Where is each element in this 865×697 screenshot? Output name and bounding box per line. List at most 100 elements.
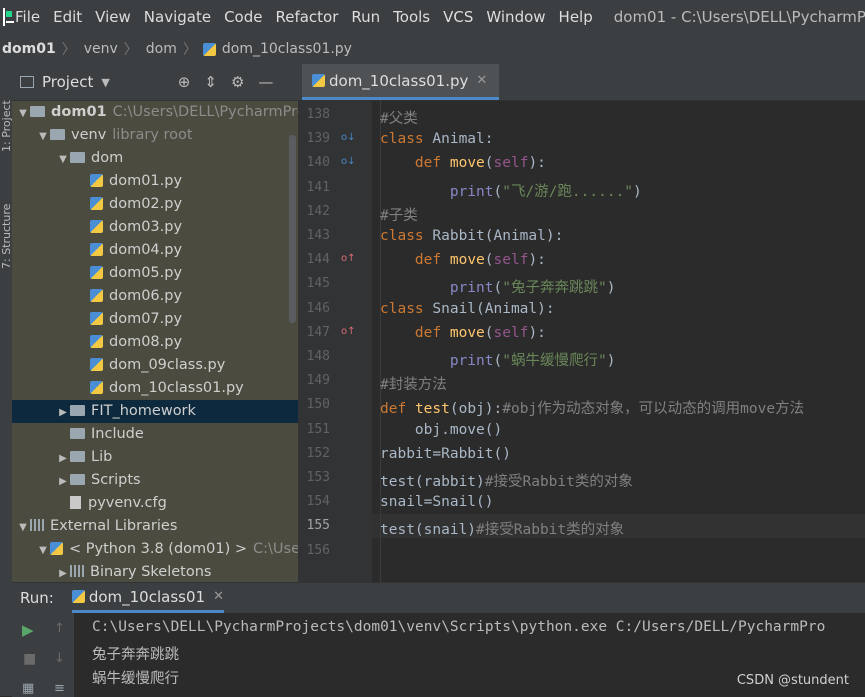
tree-item[interactable]: ▼ dom bbox=[12, 147, 298, 170]
gear-icon[interactable]: ⚙ bbox=[231, 73, 244, 91]
tree-item[interactable]: dom_10class01.py bbox=[12, 377, 298, 400]
window-title: dom01 - C:\Users\DELL\PycharmProjec bbox=[613, 8, 865, 26]
breadcrumb-venv[interactable]: venv bbox=[84, 41, 118, 57]
menu-item-file[interactable]: File bbox=[15, 8, 40, 26]
breadcrumb-file[interactable]: dom_10class01.py bbox=[222, 41, 352, 57]
tree-item[interactable]: ▶ Scripts bbox=[12, 469, 298, 492]
menu-item-edit[interactable]: Edit bbox=[53, 8, 82, 26]
close-icon[interactable]: ✕ bbox=[476, 73, 487, 88]
side-tab-structure[interactable]: 7: Structure bbox=[0, 174, 13, 269]
side-tab-project[interactable]: 1: Project bbox=[0, 72, 13, 152]
python-file-icon bbox=[90, 335, 103, 348]
python-run-icon bbox=[71, 590, 85, 603]
overrides-method-icon[interactable]: o↑ bbox=[341, 326, 356, 337]
editor: dom_10class01.py ✕ 138 139 o↓ 140 o↓ 141 142 14… bbox=[298, 64, 865, 582]
collapsed-arrow-icon[interactable]: ▶ bbox=[56, 401, 70, 424]
expanded-arrow-icon[interactable]: ▼ bbox=[36, 539, 50, 562]
tree-item[interactable]: dom_09class.py bbox=[12, 354, 298, 377]
editor-tab-bar: dom_10class01.py ✕ bbox=[298, 64, 865, 101]
console-line: C:\Users\DELL\PycharmProjects\dom01\venv… bbox=[92, 619, 826, 635]
folder-icon bbox=[70, 152, 85, 163]
line-number: 139 bbox=[306, 131, 330, 147]
python-file-icon bbox=[50, 542, 63, 555]
code-line: print("蜗牛缓慢爬行") bbox=[449, 353, 616, 369]
line-number: 156 bbox=[306, 542, 330, 558]
expanded-arrow-icon[interactable]: ▼ bbox=[36, 125, 50, 148]
collapsed-arrow-icon[interactable]: ▶ bbox=[56, 447, 70, 470]
overrides-method-icon[interactable]: o↑ bbox=[341, 253, 356, 264]
overridden-method-icon[interactable]: o↓ bbox=[341, 156, 356, 167]
collapsed-arrow-icon[interactable]: ▶ bbox=[56, 470, 70, 493]
menu-item-window[interactable]: Window bbox=[486, 8, 545, 26]
scroll-down-icon[interactable]: ↓ bbox=[54, 651, 65, 666]
run-tab[interactable]: dom_10class01 ✕ bbox=[71, 583, 224, 613]
minimize-icon[interactable]: — bbox=[258, 73, 273, 91]
tree-item-label: dom01.py bbox=[109, 173, 183, 189]
project-panel-title[interactable]: Project bbox=[42, 73, 93, 91]
library-icon bbox=[30, 519, 44, 531]
project-tree: ▼ dom01 C:\Users\DELL\PycharmProje ▼ venv lib… bbox=[12, 101, 298, 583]
tree-item[interactable]: ▼ External Libraries bbox=[12, 515, 298, 538]
menu-item-navigate[interactable]: Navigate bbox=[144, 8, 211, 26]
tree-item[interactable]: ▶ Binary Skeletons bbox=[12, 561, 298, 583]
editor-tab-active[interactable]: dom_10class01.py ✕ bbox=[302, 64, 500, 100]
tree-item-label: External Libraries bbox=[50, 518, 178, 534]
expanded-arrow-icon[interactable]: ▼ bbox=[16, 516, 30, 539]
menu-item-vcs[interactable]: VCS bbox=[443, 8, 473, 26]
rerun-icon[interactable]: ▶ bbox=[22, 621, 34, 639]
line-number: 150 bbox=[306, 397, 330, 413]
chevron-down-icon[interactable]: ▼ bbox=[101, 76, 109, 89]
menu-item-refactor[interactable]: Refactor bbox=[275, 8, 338, 26]
tree-item[interactable]: dom05.py bbox=[12, 262, 298, 285]
tree-item[interactable]: dom03.py bbox=[12, 216, 298, 239]
pycharm-logo-icon bbox=[3, 8, 14, 26]
code-line: class Rabbit(Animal): bbox=[380, 228, 564, 244]
menu-item-view[interactable]: View bbox=[95, 8, 131, 26]
menu-item-tools[interactable]: Tools bbox=[393, 8, 430, 26]
expanded-arrow-icon[interactable]: ▼ bbox=[16, 102, 30, 125]
collapsed-arrow-icon[interactable]: ▶ bbox=[56, 562, 70, 583]
tree-item[interactable]: pyvenv.cfg bbox=[12, 492, 298, 515]
scroll-up-icon[interactable]: ↑ bbox=[54, 621, 65, 636]
line-number: 140 bbox=[306, 155, 330, 171]
watermark: CSDN @stundent bbox=[736, 673, 849, 688]
menu-item-help[interactable]: Help bbox=[559, 8, 593, 26]
tree-item[interactable]: ▼ venv library root bbox=[12, 124, 298, 147]
menu-item-run[interactable]: Run bbox=[351, 8, 380, 26]
python-file-icon bbox=[90, 220, 103, 233]
library-icon bbox=[70, 565, 84, 577]
expanded-arrow-icon[interactable]: ▼ bbox=[56, 148, 70, 171]
project-view-icon bbox=[20, 76, 34, 88]
tree-item-label: Lib bbox=[91, 449, 113, 465]
close-icon[interactable]: ✕ bbox=[213, 589, 224, 604]
tree-item[interactable]: dom07.py bbox=[12, 308, 298, 331]
tree-item[interactable]: dom04.py bbox=[12, 239, 298, 262]
tree-item[interactable]: ▶ Lib bbox=[12, 446, 298, 469]
locate-target-icon[interactable]: ⊕ bbox=[178, 73, 191, 91]
tree-item[interactable]: dom08.py bbox=[12, 331, 298, 354]
python-file-icon bbox=[202, 42, 216, 56]
collapse-all-icon[interactable]: ⇕ bbox=[204, 73, 217, 91]
stop-icon[interactable]: ■ bbox=[23, 651, 36, 667]
run-tab-label: dom_10class01 bbox=[88, 587, 206, 606]
tree-item[interactable]: Include bbox=[12, 423, 298, 446]
breadcrumb-dom[interactable]: dom bbox=[146, 41, 177, 57]
tree-item[interactable]: ▶ FIT_homework bbox=[12, 400, 298, 423]
tree-item-label: dom01 bbox=[51, 104, 107, 120]
code-line: def move(self): bbox=[414, 155, 546, 172]
menu-item-code[interactable]: Code bbox=[224, 8, 262, 26]
folder-icon bbox=[50, 129, 65, 140]
layout-icon[interactable]: ▦ bbox=[22, 681, 34, 696]
breadcrumb-project[interactable]: dom01 bbox=[2, 41, 56, 57]
overridden-method-icon[interactable]: o↓ bbox=[341, 132, 356, 143]
tree-item[interactable]: ▼ < Python 3.8 (dom01) > C:\Users bbox=[12, 538, 298, 561]
tree-item[interactable]: dom06.py bbox=[12, 285, 298, 308]
tree-item[interactable]: dom01.py bbox=[12, 170, 298, 193]
line-number: 154 bbox=[306, 494, 330, 510]
tree-item[interactable]: dom02.py bbox=[12, 193, 298, 216]
folder-icon bbox=[70, 474, 85, 485]
code-line: #父类 bbox=[380, 111, 418, 127]
code-line: #封装方法 bbox=[380, 377, 447, 394]
tree-item[interactable]: ▼ dom01 C:\Users\DELL\PycharmProje bbox=[12, 101, 298, 124]
wrap-icon[interactable]: ≡ bbox=[54, 681, 65, 696]
